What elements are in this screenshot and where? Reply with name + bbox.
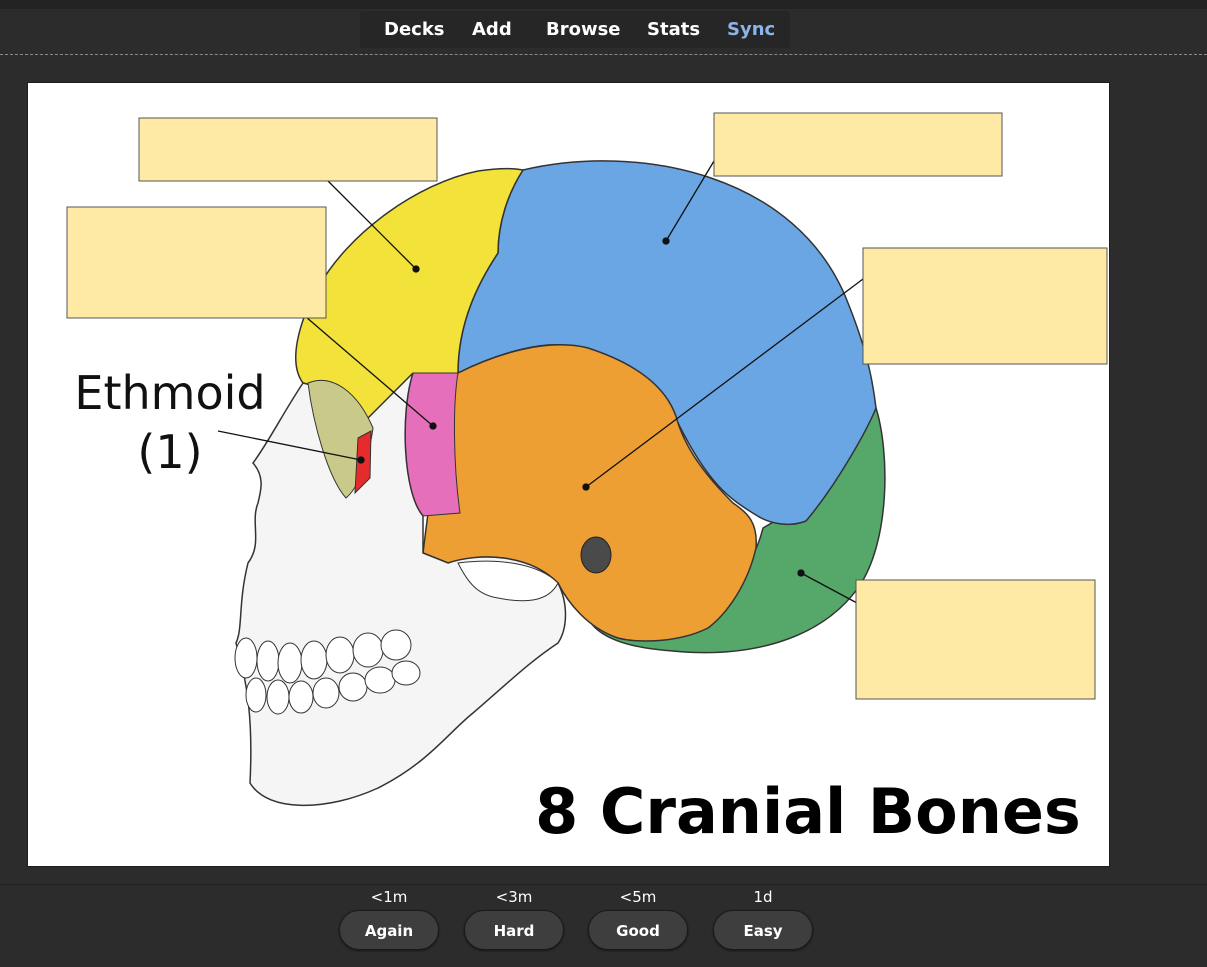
again-button[interactable]: Again <box>339 910 439 950</box>
nav-add-link[interactable]: Add <box>472 19 512 40</box>
skull-diagram: Ethmoid (1) 8 Cranial Bones <box>66 112 1108 848</box>
again-interval: <1m <box>370 888 408 906</box>
hard-button[interactable]: Hard <box>464 910 564 950</box>
good-button[interactable]: Good <box>588 910 688 950</box>
occlusion-mask-3[interactable] <box>66 206 327 319</box>
nav-decks-link[interactable]: Decks <box>384 19 445 40</box>
occlusion-mask-4[interactable] <box>862 247 1108 365</box>
easy-button[interactable]: Easy <box>713 910 813 950</box>
nav-browse-link[interactable]: Browse <box>546 19 621 40</box>
nav-stats-link[interactable]: Stats <box>647 19 700 40</box>
toolbar-divider <box>0 54 1207 55</box>
main-nav: Decks Add Browse Stats Sync <box>360 11 790 48</box>
occlusion-mask-1[interactable] <box>138 117 438 182</box>
ethmoid-count-label: (1) <box>137 425 202 479</box>
nav-sync-link[interactable]: Sync <box>727 19 775 40</box>
good-interval: <5m <box>619 888 657 906</box>
answer-bar: <1m <3m <5m 1d Again Hard Good Easy <box>0 884 1207 967</box>
ear-canal <box>580 536 612 574</box>
easy-interval: 1d <box>753 888 773 906</box>
occlusion-mask-2[interactable] <box>713 112 1003 177</box>
sphenoid-bone <box>404 372 461 517</box>
hard-interval: <3m <box>495 888 533 906</box>
flashcard-image: Ethmoid (1) 8 Cranial Bones <box>27 82 1110 867</box>
diagram-title: 8 Cranial Bones <box>535 775 1081 848</box>
occlusion-mask-5[interactable] <box>855 579 1096 700</box>
ethmoid-label: Ethmoid <box>74 366 265 420</box>
